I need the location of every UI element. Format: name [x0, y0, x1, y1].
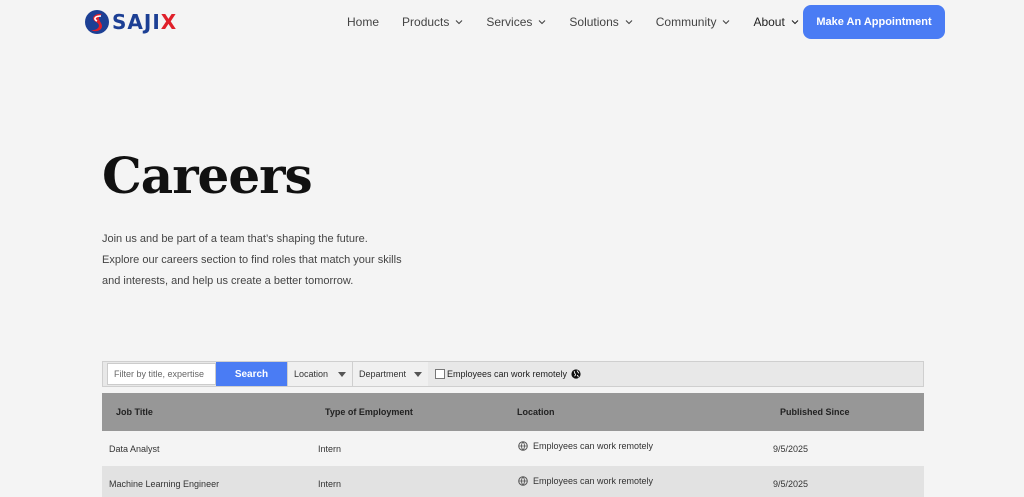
nav-item-about[interactable]: About	[753, 15, 799, 29]
dropdown-arrow-icon	[338, 371, 346, 377]
job-location-label: Employees can work remotely	[533, 476, 654, 486]
table-row[interactable]: Data Analyst Intern Employees can work r…	[102, 431, 924, 466]
hero-line: and interests, and help us create a bett…	[102, 275, 354, 287]
column-header-employment-type[interactable]: Type of Employment	[325, 407, 413, 417]
nav-item-label: Community	[655, 15, 717, 29]
nav-item-solutions[interactable]: Solutions	[569, 15, 633, 29]
page-title: Careers	[102, 146, 313, 205]
globe-icon	[518, 476, 528, 486]
hero-description: Join us and be part of a team that’s sha…	[102, 229, 422, 292]
column-header-location[interactable]: Location	[517, 407, 555, 417]
published-date: 9/5/2025	[773, 443, 809, 454]
make-appointment-button[interactable]: Make An Appointment	[803, 5, 945, 39]
chevron-down-icon	[723, 20, 730, 25]
job-search-input[interactable]	[107, 363, 216, 385]
chevron-down-icon	[455, 20, 463, 25]
job-title-link[interactable]: Data Analyst	[109, 444, 160, 454]
nav-item-services[interactable]: Services	[486, 15, 546, 29]
job-location: Employees can work remotely	[518, 441, 653, 451]
search-button[interactable]: Search	[216, 362, 287, 386]
nav-item-products[interactable]: Products	[402, 15, 463, 29]
job-location: Employees can work remotely	[518, 476, 653, 486]
chevron-down-icon	[625, 20, 633, 25]
job-location-label: Employees can work remotely	[533, 441, 654, 451]
dropdown-arrow-icon	[414, 371, 422, 377]
nav-item-label: About	[753, 15, 785, 29]
column-header-published-since[interactable]: Published Since	[780, 407, 850, 417]
column-header-job-title[interactable]: Job Title	[116, 407, 153, 417]
remote-filter-label: Employees can work remotely	[447, 369, 568, 379]
location-select[interactable]: Location	[287, 362, 352, 386]
chevron-down-icon	[791, 20, 799, 25]
employment-type: Intern	[318, 478, 342, 489]
brand-logo[interactable]: SAJIX	[84, 9, 177, 35]
globe-icon	[571, 369, 581, 379]
table-row[interactable]: Machine Learning Engineer Intern Employe…	[102, 466, 924, 497]
job-title-link[interactable]: Machine Learning Engineer	[109, 479, 219, 489]
remote-filter: Employees can work remotely	[435, 369, 581, 379]
site-header: SAJIX Home Products Services Solutions C…	[0, 0, 1024, 46]
nav-item-label: Home	[347, 15, 380, 29]
published-date: 9/5/2025	[773, 478, 809, 489]
chevron-down-icon	[539, 20, 546, 25]
nav-item-label: Products	[402, 15, 450, 29]
nav-item-home[interactable]: Home	[347, 15, 379, 29]
nav-item-label: Services	[486, 15, 533, 29]
brand-name: SAJIX	[112, 10, 178, 34]
department-select[interactable]: Department	[352, 362, 428, 386]
job-filter-bar: Search Location Department Employees can…	[102, 361, 924, 387]
hero-line: Join us and be part of a team that’s sha…	[102, 233, 368, 245]
main-nav: Home Products Services Solutions Communi…	[347, 15, 822, 29]
department-select-label: Department	[359, 369, 407, 379]
remote-checkbox[interactable]	[435, 369, 445, 379]
location-select-label: Location	[294, 369, 329, 379]
employment-type: Intern	[318, 443, 342, 454]
jobs-table: Job Title Type of Employment Location Pu…	[102, 393, 924, 497]
hero-line: Explore our careers section to find role…	[102, 254, 402, 266]
logo-swirl-icon	[85, 10, 109, 34]
nav-item-community[interactable]: Community	[656, 15, 731, 29]
nav-item-label: Solutions	[569, 15, 619, 29]
globe-icon	[518, 441, 528, 451]
table-header-row: Job Title Type of Employment Location Pu…	[102, 393, 924, 431]
